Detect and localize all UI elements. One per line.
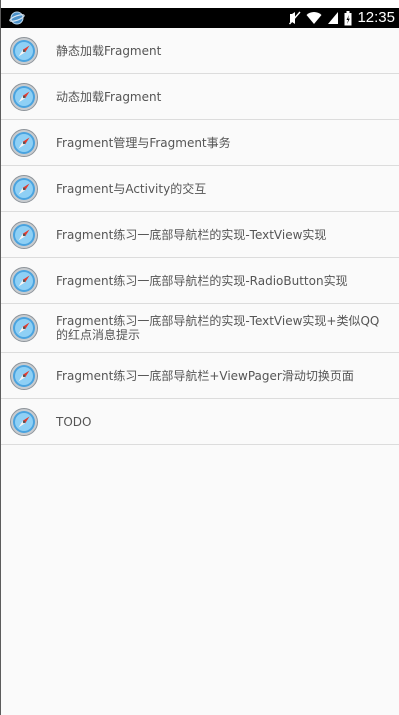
list-item-bottom-nav-red-dot[interactable]: Fragment练习一底部导航栏的实现-TextView实现+类似QQ的红点消息… (1, 304, 399, 353)
list-item-label: Fragment练习一底部导航栏的实现-TextView实现+类似QQ的红点消息… (56, 314, 380, 342)
list-item-label: Fragment与Activity的交互 (56, 181, 207, 196)
compass-icon (10, 82, 38, 111)
wifi-icon (306, 12, 322, 24)
compass-icon (10, 174, 38, 203)
compass-icon (10, 407, 38, 436)
list-item-fragment-manager[interactable]: Fragment管理与Fragment事务 (1, 120, 399, 166)
compass-icon (10, 361, 38, 390)
list-item-static-load[interactable]: 静态加载Fragment (1, 28, 399, 74)
list-item-label: 静态加载Fragment (56, 43, 162, 58)
list-item-activity-interaction[interactable]: Fragment与Activity的交互 (1, 166, 399, 212)
list-item-bottom-nav-radiobutton[interactable]: Fragment练习一底部导航栏的实现-RadioButton实现 (1, 258, 399, 304)
list-item-label: Fragment管理与Fragment事务 (56, 135, 231, 150)
list-item-label: Fragment练习一底部导航栏的实现-RadioButton实现 (56, 273, 348, 288)
list-item-dynamic-load[interactable]: 动态加载Fragment (1, 74, 399, 120)
compass-icon (10, 220, 38, 249)
list-item-bottom-nav-viewpager[interactable]: Fragment练习一底部导航栏+ViewPager滑动切换页面 (1, 353, 399, 399)
status-bar: 12:35 (1, 8, 399, 28)
compass-icon (10, 128, 38, 157)
top-strip (1, 0, 399, 8)
list-item-label: TODO (56, 414, 92, 429)
compass-icon (10, 266, 38, 295)
list-item-todo[interactable]: TODO (1, 399, 399, 445)
battery-icon (344, 10, 352, 25)
compass-icon (10, 36, 38, 65)
app-screen: 12:35 静态加载Fragment 动态加载Fragment Fragment… (0, 0, 399, 715)
signal-icon (328, 12, 339, 24)
list-item-label: 动态加载Fragment (56, 89, 162, 104)
list-item-label: Fragment练习一底部导航栏+ViewPager滑动切换页面 (56, 368, 354, 383)
mute-icon (289, 11, 301, 25)
compass-icon (10, 314, 38, 342)
status-time: 12:35 (357, 9, 395, 26)
list-item-bottom-nav-textview[interactable]: Fragment练习一底部导航栏的实现-TextView实现 (1, 212, 399, 258)
demo-list: 静态加载Fragment 动态加载Fragment Fragment管理与Fra… (1, 28, 399, 445)
list-item-label: Fragment练习一底部导航栏的实现-TextView实现 (56, 227, 327, 242)
globe-icon (9, 11, 25, 25)
status-icons: 12:35 (289, 8, 395, 28)
